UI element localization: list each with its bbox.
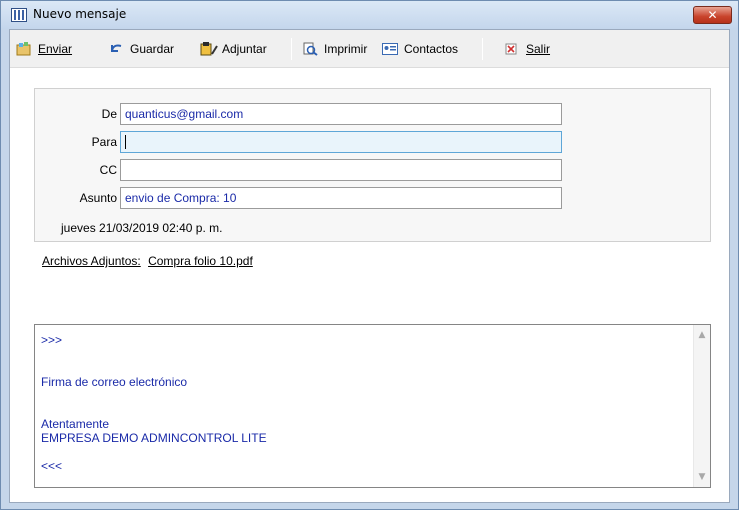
- window-title: Nuevo mensaje: [33, 7, 127, 21]
- body-line: Firma de correo electrónico: [41, 375, 188, 389]
- body-line: [41, 361, 681, 375]
- toolbar-separator: [291, 38, 292, 60]
- window-icon: [11, 8, 27, 22]
- body-line: [41, 403, 681, 417]
- undo-icon: [108, 42, 124, 56]
- save-button[interactable]: Guardar: [108, 40, 174, 58]
- scroll-down-arrow-icon[interactable]: ▼: [694, 469, 710, 485]
- toolbar-separator: [482, 38, 483, 60]
- subject-label: Asunto: [79, 191, 117, 205]
- title-bar[interactable]: Nuevo mensaje ✕: [1, 1, 738, 29]
- close-button[interactable]: ✕: [693, 6, 732, 24]
- to-field[interactable]: [120, 131, 562, 153]
- scroll-up-arrow-icon[interactable]: ▲: [694, 327, 710, 343]
- from-label: De: [101, 107, 117, 121]
- subject-field[interactable]: envio de Compra: 10: [120, 187, 562, 209]
- body-line: [41, 389, 681, 403]
- contacts-button[interactable]: Contactos: [382, 40, 458, 58]
- save-label: Guardar: [130, 42, 175, 56]
- to-label-wrap: Para: [35, 131, 117, 153]
- attach-button[interactable]: Adjuntar: [200, 40, 267, 58]
- text-caret: [125, 134, 126, 149]
- body-line: >>>: [41, 333, 63, 347]
- message-header-panel: De quanticus@gmail.com Para CC Asunto en…: [34, 88, 711, 242]
- cc-label: CC: [99, 163, 117, 177]
- body-line: [41, 347, 681, 361]
- contacts-label: Contactos: [404, 42, 459, 56]
- send-icon: [16, 42, 32, 56]
- cc-label-wrap: CC: [35, 159, 117, 181]
- attach-icon: [200, 42, 218, 56]
- attachment-file-link[interactable]: Compra folio 10.pdf: [148, 254, 253, 268]
- body-line: EMPRESA DEMO ADMINCONTROL LITE: [41, 431, 267, 445]
- body-line: <<<: [41, 459, 63, 473]
- print-label: Imprimir: [324, 42, 368, 56]
- exit-icon: [504, 42, 520, 56]
- body-scrollbar[interactable]: ▲ ▼: [693, 325, 710, 487]
- client-area: Enviar Guardar Adjuntar Imprimir Contact…: [9, 29, 730, 503]
- toolbar: Enviar Guardar Adjuntar Imprimir Contact…: [10, 30, 729, 68]
- message-window: Nuevo mensaje ✕ Enviar Guardar Adjuntar …: [0, 0, 739, 510]
- body-line: Atentamente: [41, 417, 110, 431]
- attachments-label[interactable]: Archivos Adjuntos:: [42, 254, 141, 268]
- attach-label: Adjuntar: [222, 42, 267, 56]
- from-field[interactable]: quanticus@gmail.com: [120, 103, 562, 125]
- contacts-icon: [382, 42, 398, 56]
- from-label-wrap: De: [35, 103, 117, 125]
- message-date: jueves 21/03/2019 02:40 p. m.: [61, 221, 223, 235]
- print-icon: [302, 42, 318, 56]
- send-label: Enviar: [38, 42, 73, 56]
- to-label: Para: [91, 135, 117, 149]
- body-line: [41, 445, 681, 459]
- message-body[interactable]: >>> Firma de correo electrónico Atentame…: [34, 324, 711, 488]
- exit-label: Salir: [526, 42, 551, 56]
- send-button[interactable]: Enviar: [16, 40, 72, 58]
- message-body-text[interactable]: >>> Firma de correo electrónico Atentame…: [41, 333, 681, 473]
- cc-field[interactable]: [120, 159, 562, 181]
- exit-button[interactable]: Salir: [504, 40, 550, 58]
- subject-label-wrap: Asunto: [35, 187, 117, 209]
- attachments-row: Archivos Adjuntos: Compra folio 10.pdf: [42, 254, 253, 268]
- print-button[interactable]: Imprimir: [302, 40, 367, 58]
